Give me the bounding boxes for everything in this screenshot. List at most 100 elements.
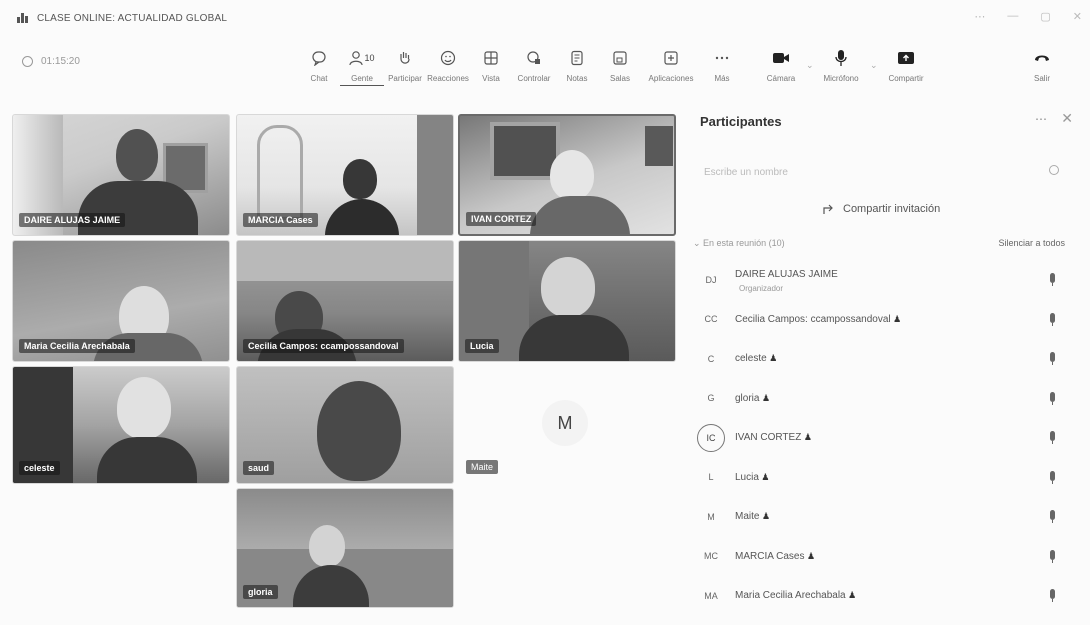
participant-row[interactable]: DJ DAIRE ALUJAS JAIME Organizador <box>693 260 1075 300</box>
microphone-icon[interactable] <box>1050 312 1055 326</box>
avatar: M <box>707 511 715 522</box>
timer-text: 01:15:20 <box>41 56 80 67</box>
participant-row[interactable]: M Maite ♟ <box>693 497 1075 537</box>
camera-icon <box>759 48 803 68</box>
guest-icon: ♟ <box>804 550 816 561</box>
participant-name: celeste <box>735 353 767 365</box>
camera-button[interactable]: Cámara <box>759 48 803 83</box>
raise-hand-button[interactable]: Participar <box>383 48 427 83</box>
participant-name-tag: Cecilia Campos: ccampossandoval <box>243 339 404 353</box>
participant-role: Organizador <box>739 284 784 293</box>
avatar: MA <box>704 590 718 601</box>
close-window-button[interactable]: ✕ <box>1073 10 1082 23</box>
chat-button[interactable]: Chat <box>297 48 341 83</box>
search-input[interactable] <box>700 166 1020 178</box>
shield-icon <box>22 56 33 67</box>
meeting-toolbar: 01:15:20 Chat 10 Gente Participar Reacci… <box>0 36 1090 98</box>
window-more-button[interactable]: ⋯ <box>974 10 985 23</box>
microphone-icon[interactable] <box>1050 589 1055 602</box>
rooms-button[interactable]: Salas <box>598 48 642 83</box>
participant-name-tag: gloria <box>243 585 278 599</box>
participant-row[interactable]: L Lucia ♟ <box>693 458 1075 498</box>
microphone-icon[interactable] <box>1050 549 1055 563</box>
video-tile[interactable]: MARCIA Cases <box>236 114 454 236</box>
control-button[interactable]: Controlar <box>512 48 556 83</box>
video-tile[interactable]: saud <box>236 366 454 484</box>
microphone-icon[interactable] <box>1050 391 1055 405</box>
participant-name: gloria <box>735 392 760 404</box>
video-tile[interactable]: celeste <box>12 366 230 484</box>
participant-row[interactable]: G gloria ♟ <box>693 379 1075 419</box>
participant-name: Maria Cecilia Arechabala <box>735 590 846 602</box>
apps-icon <box>641 48 701 68</box>
participant-name-tag: Maite <box>466 460 499 474</box>
microphone-icon[interactable] <box>1050 470 1055 484</box>
guest-icon: ♟ <box>759 392 771 403</box>
microphone-icon[interactable] <box>1050 352 1055 365</box>
guest-icon: ♟ <box>890 313 902 324</box>
video-tile-active-speaker[interactable]: IVAN CORTEZ <box>458 114 676 236</box>
camera-options-chevron-icon[interactable]: ⌄ <box>806 60 814 71</box>
video-tile[interactable]: gloria <box>236 488 454 608</box>
participant-name: Cecilia Campos: ccampossandoval <box>735 313 891 325</box>
participant-name-tag: celeste <box>19 461 60 475</box>
panel-close-button[interactable]: ✕ <box>1061 110 1073 127</box>
microphone-button[interactable]: Micrófono <box>815 48 867 83</box>
reactions-button[interactable]: Reacciones <box>426 48 470 83</box>
participant-row[interactable]: C celeste ♟ <box>693 339 1075 379</box>
participant-row[interactable]: CC Cecilia Campos: ccampossandoval ♟ <box>693 300 1075 340</box>
chat-icon <box>297 48 341 68</box>
avatar: G <box>707 393 715 404</box>
participants-section-header: ⌄ En esta reunión (10) Silenciar a todos <box>693 238 1065 249</box>
participant-row[interactable]: IC IVAN CORTEZ ♟ <box>693 418 1075 458</box>
leave-button[interactable]: Salir <box>1020 48 1064 83</box>
microphone-icon[interactable] <box>1050 273 1055 286</box>
people-icon <box>349 51 364 66</box>
participant-name-tag: MARCIA Cases <box>243 213 318 227</box>
apps-button[interactable]: Aplicaciones <box>641 48 701 83</box>
notes-icon <box>555 48 599 68</box>
video-tile[interactable]: Cecilia Campos: ccampossandoval <box>236 240 454 362</box>
mute-all-button[interactable]: Silenciar a todos <box>998 238 1065 248</box>
more-icon <box>700 48 744 68</box>
control-icon <box>512 48 556 68</box>
participant-name: Maite <box>735 511 760 523</box>
share-icon <box>876 48 936 68</box>
view-button[interactable]: Vista <box>469 48 513 83</box>
rooms-icon <box>598 48 642 68</box>
panel-more-button[interactable]: ⋯ <box>1035 112 1047 126</box>
notes-button[interactable]: Notas <box>555 48 599 83</box>
people-button[interactable]: 10 Gente <box>340 48 384 86</box>
video-tile[interactable]: Maria Cecilia Arechabala <box>12 240 230 362</box>
chevron-down-icon[interactable]: ⌄ <box>693 238 703 248</box>
participants-panel: Participantes ⋯ ✕ Compartir invitación ⌄… <box>683 100 1083 625</box>
minimize-button[interactable]: — <box>1007 10 1018 23</box>
participant-row[interactable]: MC MARCIA Cases ♟ <box>693 537 1075 577</box>
microphone-icon[interactable] <box>1050 510 1055 523</box>
participant-name: DAIRE ALUJAS JAIME <box>735 269 838 281</box>
avatar: CC <box>704 314 718 325</box>
share-invitation-button[interactable]: Compartir invitación <box>823 203 940 215</box>
avatar: IC <box>697 423 725 452</box>
guest-icon: ♟ <box>758 471 770 482</box>
share-link-icon <box>823 204 833 214</box>
avatar: M <box>542 400 588 446</box>
video-tile-camera-off[interactable]: M Maite <box>458 366 678 484</box>
smiley-icon <box>426 48 470 68</box>
participant-name-tag: saud <box>243 461 275 475</box>
guest-icon: ♟ <box>845 590 857 601</box>
meeting-timer: 01:15:20 <box>22 56 80 67</box>
search-icon <box>1049 165 1059 175</box>
microphone-icon[interactable] <box>1050 431 1055 444</box>
share-button[interactable]: Compartir <box>876 48 936 83</box>
maximize-button[interactable]: ▢ <box>1040 10 1050 23</box>
window-controls: ⋯ — ▢ ✕ <box>974 10 1082 23</box>
video-tile[interactable]: Lucia <box>458 240 676 362</box>
grid-icon <box>469 48 513 68</box>
leave-icon <box>1020 48 1064 68</box>
more-button[interactable]: Más <box>700 48 744 83</box>
participant-name: Lucia <box>735 471 759 483</box>
avatar: C <box>707 353 715 364</box>
participant-row[interactable]: MA Maria Cecilia Arechabala ♟ <box>693 576 1075 616</box>
video-tile[interactable]: DAIRE ALUJAS JAIME <box>12 114 230 236</box>
